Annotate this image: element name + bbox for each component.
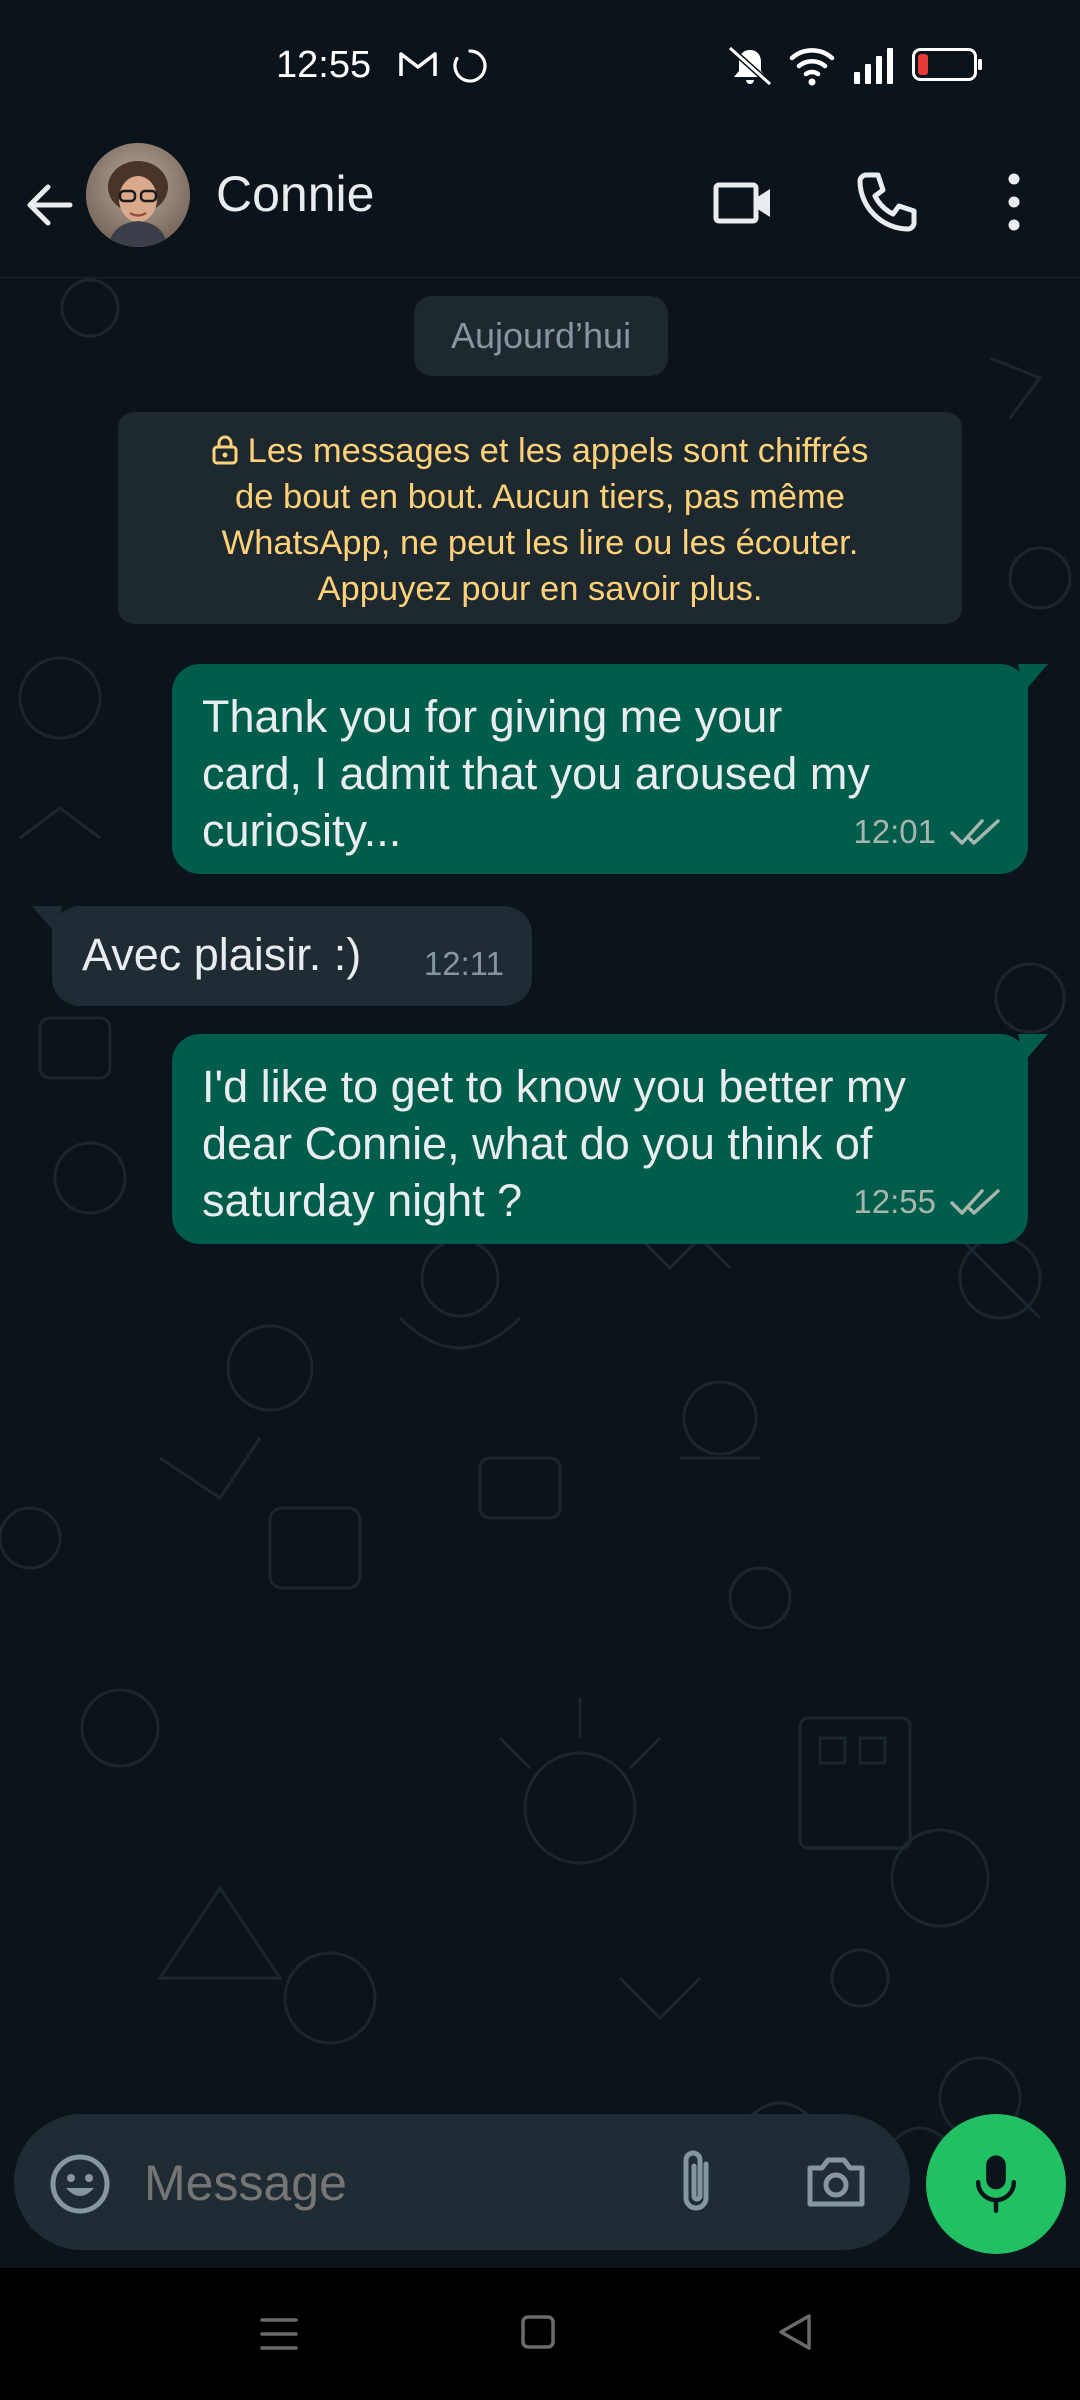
- home-icon[interactable]: [520, 2314, 556, 2350]
- microphone-icon: [975, 2155, 1017, 2214]
- system-navigation-bar: [0, 2268, 1080, 2400]
- encryption-notice[interactable]: Les messages et les appels sont chiffrés…: [118, 412, 962, 624]
- lock-icon: [212, 435, 238, 465]
- wifi-icon: [789, 48, 835, 86]
- contact-name[interactable]: Connie: [216, 165, 374, 223]
- message-time: 12:55: [853, 1183, 936, 1220]
- message-meta: 12:11: [424, 935, 504, 992]
- status-bar: 12:55: [0, 0, 1080, 135]
- message-time: 12:11: [423, 945, 504, 982]
- battery-low-icon: [912, 48, 982, 81]
- more-options-icon[interactable]: [996, 169, 1032, 235]
- bubble-tail: [1018, 1034, 1048, 1062]
- attachment-icon[interactable]: [674, 2146, 718, 2218]
- gmail-icon: [399, 52, 437, 76]
- message-time: 12:01: [853, 813, 936, 850]
- mute-icon: [727, 45, 773, 87]
- recent-apps-icon[interactable]: [260, 2314, 298, 2354]
- back-arrow-icon[interactable]: [20, 175, 80, 235]
- outgoing-message[interactable]: I'd like to get to know you better my de…: [172, 1034, 1048, 1244]
- outgoing-message[interactable]: Thank you for giving me your card, I adm…: [172, 664, 1048, 874]
- double-check-icon: [950, 818, 1000, 845]
- incoming-message[interactable]: Avec plaisir. :) 12:11: [32, 906, 532, 1006]
- sync-icon: [453, 49, 487, 83]
- phone-call-icon[interactable]: [854, 169, 920, 235]
- avatar-photo: [86, 143, 190, 247]
- message-meta: 12:01: [853, 803, 1002, 860]
- chat-area[interactable]: Aujourd’hui Les messages et les appels s…: [0, 278, 1080, 2268]
- bubble-tail: [1018, 664, 1048, 692]
- camera-icon[interactable]: [804, 2152, 868, 2212]
- avatar[interactable]: [86, 143, 190, 247]
- message-meta: 12:55: [853, 1173, 1002, 1230]
- double-check-icon: [950, 1188, 1000, 1215]
- status-icons: [727, 45, 982, 87]
- bubble-tail: [32, 906, 62, 934]
- encryption-notice-text: Les messages et les appels sont chiffrés…: [221, 432, 869, 608]
- video-call-icon[interactable]: [712, 171, 776, 235]
- status-time: 12:55: [276, 44, 372, 86]
- chat-header: Connie: [0, 135, 1080, 278]
- message-composer: [14, 2114, 910, 2250]
- message-input[interactable]: [144, 2154, 664, 2212]
- date-separator: Aujourd’hui: [414, 296, 668, 376]
- signal-icon: [854, 48, 893, 84]
- emoji-icon[interactable]: [48, 2152, 112, 2216]
- voice-message-button[interactable]: [926, 2114, 1066, 2254]
- back-triangle-icon[interactable]: [776, 2312, 814, 2352]
